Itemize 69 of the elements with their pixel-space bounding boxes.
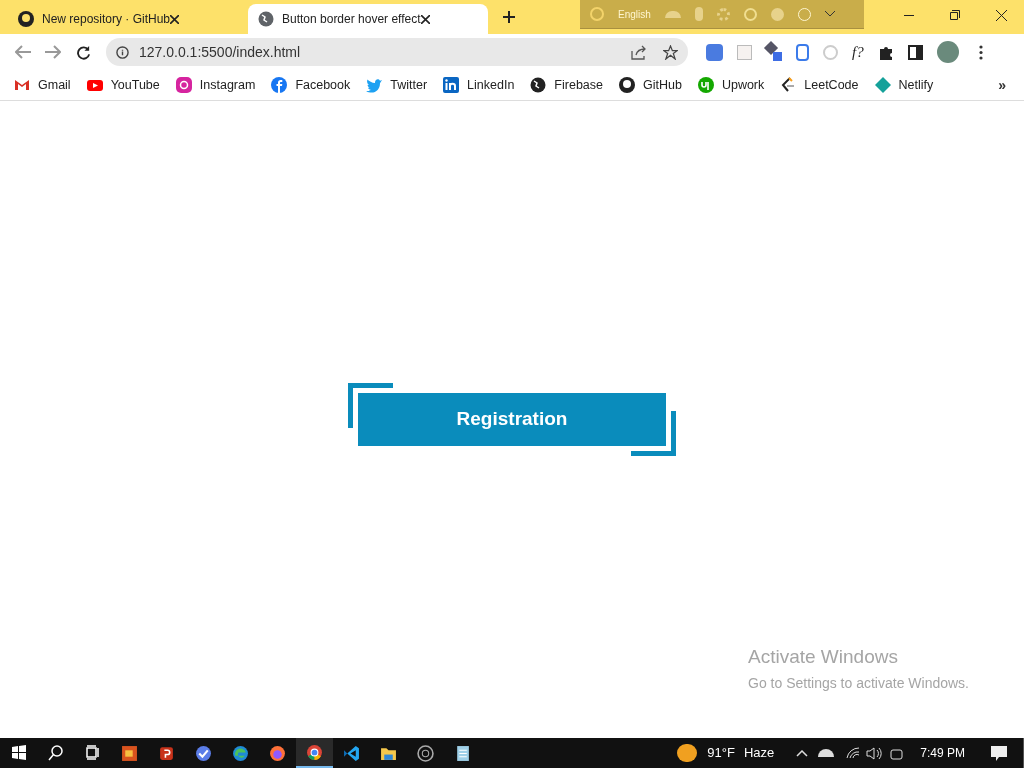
browser-tab[interactable]: Button border hover effect — [248, 4, 488, 34]
more-bookmarks-button[interactable]: » — [998, 74, 1006, 96]
activation-title: Activate Windows — [748, 644, 899, 669]
restore-icon — [950, 10, 960, 20]
in-logo-icon — [443, 77, 460, 93]
minimize-icon — [904, 14, 914, 16]
aperture-icon — [417, 744, 434, 762]
address-bar[interactable]: 127.0.0.1:5500/index.html — [106, 38, 688, 66]
firefox-icon — [269, 744, 286, 762]
code-editor-icon — [343, 744, 360, 762]
check-badge-icon — [195, 744, 212, 762]
app-icon — [158, 744, 175, 762]
bookmark-link[interactable]: Twitter — [390, 75, 428, 95]
close-icon — [995, 9, 1007, 21]
weather-icon[interactable] — [677, 744, 698, 762]
back-arrow-icon — [15, 45, 31, 59]
url-text: 127.0.0.1:5500/index.html — [139, 42, 301, 62]
chevron-up-icon[interactable] — [796, 749, 809, 757]
reload-icon — [75, 44, 91, 60]
close-icon[interactable] — [170, 14, 180, 24]
chevron-down-icon[interactable] — [824, 11, 835, 17]
notepad-icon — [454, 744, 471, 762]
close-icon[interactable] — [420, 14, 430, 24]
avatar[interactable] — [936, 41, 959, 63]
speaker-icon[interactable] — [866, 746, 883, 760]
bookmark-link[interactable]: Instagram — [199, 75, 256, 95]
puzzle-icon[interactable] — [877, 44, 894, 60]
clock-time[interactable]: 7:49 PM — [920, 744, 965, 762]
extension-label[interactable]: f? — [852, 40, 864, 64]
tab-title: New repository · GitHub — [42, 11, 171, 28]
registration-button[interactable]: Registration — [358, 393, 666, 446]
bracket-logo-icon — [780, 77, 797, 93]
bookmark-link[interactable]: Netlify — [898, 75, 934, 95]
bookmark-link[interactable]: YouTube — [110, 75, 160, 95]
wifi-icon[interactable] — [846, 747, 861, 759]
browser-tab[interactable]: New repository · GitHub — [8, 4, 248, 34]
bird-icon — [366, 77, 383, 93]
taskbar-app-button[interactable] — [296, 738, 333, 768]
side-panel-icon[interactable] — [907, 44, 923, 60]
notification-icon[interactable] — [991, 745, 1007, 761]
forward-arrow-icon — [45, 45, 61, 59]
video-play-icon — [86, 77, 103, 93]
bookmark-link[interactable]: LinkedIn — [467, 75, 515, 95]
menu-icon[interactable] — [978, 44, 983, 60]
bookmark-link[interactable]: Firebase — [554, 75, 603, 95]
share-icon[interactable] — [631, 44, 647, 60]
up-logo-icon — [697, 77, 714, 93]
bookmark-link[interactable]: GitHub — [643, 75, 682, 95]
phone-icon[interactable] — [796, 43, 809, 61]
task-view-icon[interactable] — [84, 745, 101, 761]
activation-message: Go to Settings to activate Windows. — [748, 674, 969, 693]
app-icon — [121, 744, 138, 762]
weather-condition[interactable]: Haze — [743, 743, 775, 763]
gmail-icon — [14, 77, 30, 93]
plus-icon — [503, 11, 515, 23]
tab-title: Button border hover effect — [282, 11, 421, 28]
star-icon[interactable] — [663, 44, 678, 60]
bookmark-link[interactable]: LeetCode — [804, 75, 859, 95]
edge-icon — [232, 744, 249, 762]
bookmark-link[interactable]: Facebook — [295, 75, 351, 95]
diamond-icon — [874, 77, 891, 93]
f-logo-icon — [271, 77, 288, 93]
bookmark-link[interactable]: Upwork — [721, 75, 765, 95]
translate-icon[interactable] — [706, 43, 723, 61]
search-icon[interactable] — [47, 745, 64, 761]
windows-icon[interactable] — [10, 745, 27, 761]
bookmark-link[interactable]: Gmail — [38, 75, 71, 95]
chrome-icon — [306, 743, 323, 761]
temperature-text[interactable]: 91°F — [707, 743, 735, 763]
